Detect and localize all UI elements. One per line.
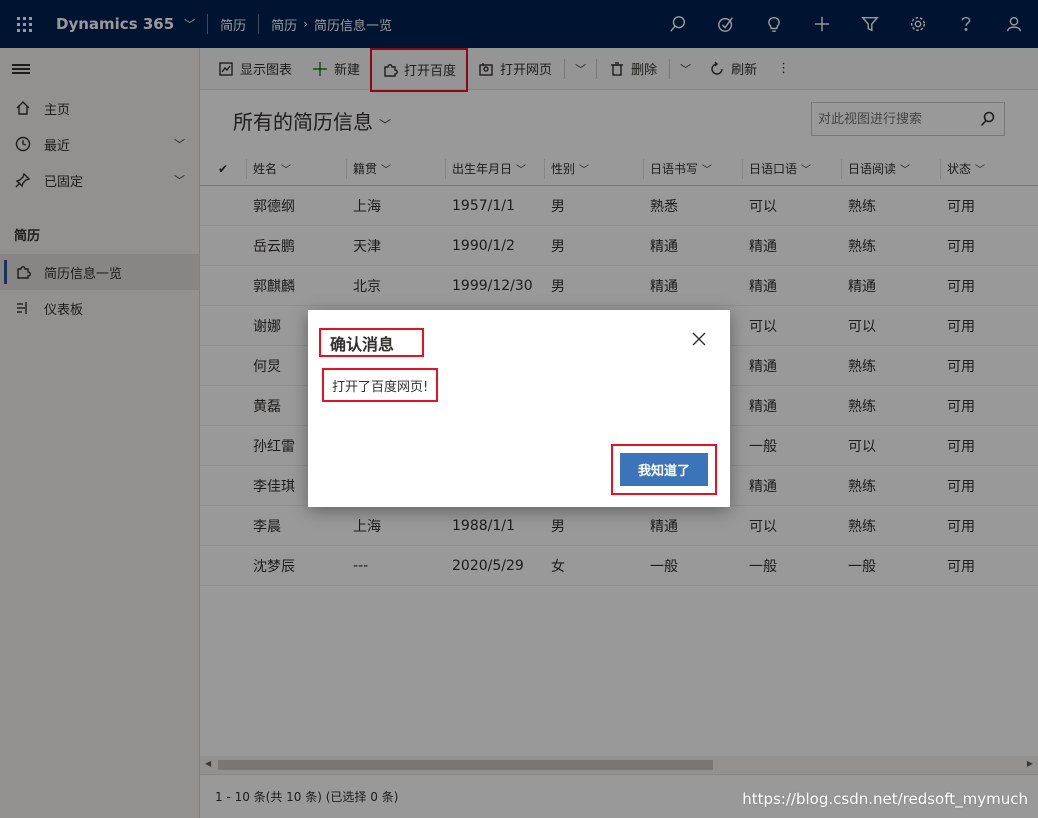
ok-button-highlight: 我知道了 xyxy=(611,444,717,495)
dialog-title: 确认消息 xyxy=(319,328,424,357)
confirm-dialog: 确认消息 打开了百度网页! 我知道了 xyxy=(308,310,730,507)
close-icon[interactable] xyxy=(692,332,708,348)
ok-button[interactable]: 我知道了 xyxy=(620,453,708,486)
watermark: https://blog.csdn.net/redsoft_mymuch xyxy=(742,790,1028,808)
dialog-message: 打开了百度网页! xyxy=(322,368,439,402)
